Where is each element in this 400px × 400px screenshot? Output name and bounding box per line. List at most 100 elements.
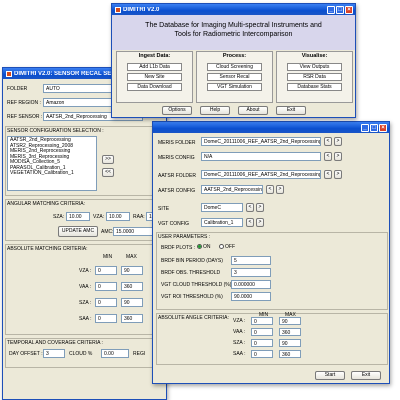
help-button[interactable]: Help bbox=[200, 106, 230, 115]
vgt-config-field[interactable]: Calibration_1 bbox=[201, 218, 243, 227]
minimize-icon[interactable]: _ bbox=[327, 5, 335, 14]
about-button[interactable]: About bbox=[238, 106, 268, 115]
vza-field[interactable]: 10.00 bbox=[106, 212, 130, 221]
saa-row-label: SAA : bbox=[79, 316, 92, 322]
angular-title: ANGULAR MATCHING CRITERIA: bbox=[7, 201, 85, 207]
vgt-cloud-field[interactable]: 0.000000 bbox=[231, 280, 271, 289]
meris-folder-next-button[interactable]: > bbox=[334, 137, 342, 146]
brdf-off-radio[interactable]: OFF bbox=[219, 244, 235, 250]
day-offset-field[interactable]: 3 bbox=[43, 349, 65, 358]
cloud-percent-field[interactable]: 0.00 bbox=[101, 349, 129, 358]
close-icon[interactable]: × bbox=[345, 5, 353, 14]
site-field[interactable]: DomeC bbox=[201, 203, 243, 212]
data-download-button[interactable]: Data Download bbox=[127, 83, 182, 91]
sensor-config-window: _ □ × MERIS FOLDER DomeC_20111006_REF_AA… bbox=[152, 121, 390, 384]
meris-config-prev-button[interactable]: < bbox=[324, 152, 332, 161]
update-amc-button[interactable]: UPDATE AMC bbox=[58, 226, 98, 237]
folder-label: FOLDER bbox=[7, 86, 28, 92]
process-heading: Process: bbox=[222, 53, 247, 59]
aatsr-folder-label: AATSR FOLDER bbox=[158, 173, 196, 179]
vza-min-field[interactable]: 0 bbox=[95, 266, 117, 275]
saa-min-field[interactable]: 0 bbox=[251, 350, 273, 358]
vza-max-field[interactable]: 90 bbox=[121, 266, 143, 275]
close-icon[interactable]: × bbox=[379, 123, 387, 132]
app-icon bbox=[6, 70, 12, 77]
minimize-icon[interactable]: _ bbox=[361, 123, 369, 132]
brdf-obs-field[interactable]: 3 bbox=[231, 268, 271, 277]
meris-folder-prev-button[interactable]: < bbox=[324, 137, 332, 146]
vza-label: VZA: bbox=[93, 214, 105, 220]
meris-config-next-button[interactable]: > bbox=[334, 152, 342, 161]
aatsr-config-prev-button[interactable]: < bbox=[266, 185, 274, 194]
cloud-percent-label: CLOUD % bbox=[69, 351, 93, 357]
options-button[interactable]: Options bbox=[162, 106, 192, 115]
vgt-config-next-button[interactable]: > bbox=[256, 218, 264, 227]
main-window-title: DIMITRI V2.0 bbox=[123, 6, 160, 13]
new-site-button[interactable]: New Site bbox=[127, 73, 182, 81]
absolute-angle-title: ABSOLUTE ANGLE CRITERIA: bbox=[158, 315, 229, 321]
min-header: MIN bbox=[103, 254, 113, 260]
start-button[interactable]: Start bbox=[315, 371, 345, 380]
vgt-roi-field[interactable]: 90.0000 bbox=[231, 292, 271, 301]
maximize-icon[interactable]: □ bbox=[370, 123, 378, 132]
aatsr-folder-prev-button[interactable]: < bbox=[324, 170, 332, 179]
radio-off-icon bbox=[219, 244, 224, 250]
sza-min-field[interactable]: 0 bbox=[95, 298, 117, 307]
vaa-max-field[interactable]: 360 bbox=[121, 282, 143, 291]
sza-row-label: SZA : bbox=[233, 340, 246, 346]
sza-min-field[interactable]: 0 bbox=[251, 339, 273, 347]
ingest-heading: Ingest Data: bbox=[138, 53, 171, 59]
vaa-min-field[interactable]: 0 bbox=[95, 282, 117, 291]
exit-button[interactable]: Exit bbox=[351, 371, 381, 380]
aatsr-config-label: AATSR CONFIG bbox=[158, 188, 196, 194]
brdf-plots-label: BRDF PLOTS : bbox=[161, 245, 196, 251]
saa-max-field[interactable]: 360 bbox=[121, 314, 143, 323]
sensor-recal-button[interactable]: Sensor Recal bbox=[207, 73, 262, 81]
temporal-title: TEMPORAL AND COVERAGE CRITERIA : bbox=[7, 340, 103, 346]
meris-folder-field[interactable]: DomeC_20111006_REF_AATSR_2nd_Reprocessin… bbox=[201, 137, 321, 146]
saa-min-field[interactable]: 0 bbox=[95, 314, 117, 323]
cloud-screening-button[interactable]: Cloud Screening bbox=[207, 63, 262, 71]
sensor-config-list[interactable]: AATSR_2nd_Reprocessing ATSR2_Reprocessin… bbox=[7, 136, 97, 191]
sza-max-field[interactable]: 90 bbox=[121, 298, 143, 307]
visualise-heading: Visualise: bbox=[301, 53, 328, 59]
aatsr-folder-field[interactable]: DomeC_20111006_REF_AATSR_2nd_Reprocessin… bbox=[201, 170, 321, 179]
remove-sensor-button[interactable]: << bbox=[102, 168, 114, 177]
view-outputs-button[interactable]: View Outputs bbox=[287, 63, 342, 71]
brdf-bin-field[interactable]: 5 bbox=[231, 256, 271, 265]
app-icon bbox=[115, 6, 121, 13]
add-l1b-data-button[interactable]: Add L1b Data bbox=[127, 63, 182, 71]
config-titlebar[interactable]: _ □ × bbox=[153, 122, 389, 133]
database-stats-button[interactable]: Database Stats bbox=[287, 83, 342, 91]
vza-min-field[interactable]: 0 bbox=[251, 317, 273, 325]
vza-max-field[interactable]: 90 bbox=[279, 317, 301, 325]
sza-max-field[interactable]: 90 bbox=[279, 339, 301, 347]
vgt-simulation-button[interactable]: VGT Simulation bbox=[207, 83, 262, 91]
main-titlebar[interactable]: DIMITRI V2.0 _ □ × bbox=[112, 4, 355, 15]
sza-field[interactable]: 10.00 bbox=[66, 212, 90, 221]
site-prev-button[interactable]: < bbox=[246, 203, 254, 212]
maximize-icon[interactable]: □ bbox=[336, 5, 344, 14]
meris-config-field[interactable]: N/A bbox=[201, 152, 321, 161]
brdf-obs-label: BRDF OBS. THRESHOLD bbox=[161, 270, 221, 276]
aatsr-folder-next-button[interactable]: > bbox=[334, 170, 342, 179]
site-next-button[interactable]: > bbox=[256, 203, 264, 212]
user-parameters-title: USER PARAMETERS : bbox=[158, 234, 211, 240]
saa-max-field[interactable]: 360 bbox=[279, 350, 301, 358]
rsr-data-button[interactable]: RSR Data bbox=[287, 73, 342, 81]
ref-sensor-label: REF SENSOR : bbox=[7, 114, 43, 120]
aatsr-config-next-button[interactable]: > bbox=[276, 185, 284, 194]
aatsr-config-field[interactable]: AATSR_2nd_Reprocessing bbox=[201, 185, 263, 194]
vgt-config-prev-button[interactable]: < bbox=[246, 218, 254, 227]
sza-label: SZA: bbox=[53, 214, 65, 220]
site-label: SITE bbox=[158, 206, 170, 212]
list-item[interactable]: VEGETATION_Calibration_1 bbox=[10, 170, 94, 177]
vaa-min-field[interactable]: 0 bbox=[251, 328, 273, 336]
add-sensor-button[interactable]: >> bbox=[102, 155, 114, 164]
brdf-on-radio[interactable]: ON bbox=[197, 244, 211, 250]
vaa-max-field[interactable]: 360 bbox=[279, 328, 301, 336]
vaa-row-label: VAA : bbox=[233, 329, 246, 335]
exit-button[interactable]: Exit bbox=[276, 106, 306, 115]
region-label: REGI bbox=[133, 351, 146, 357]
header-line-1: The Database for Imaging Multi-spectral … bbox=[145, 22, 322, 29]
